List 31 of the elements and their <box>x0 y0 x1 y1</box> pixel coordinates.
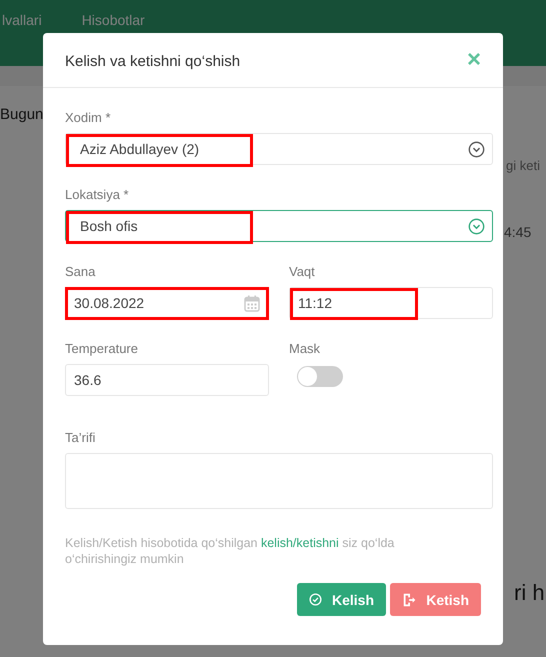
chevron-down-icon <box>468 141 485 158</box>
field-label: Mask <box>289 341 322 358</box>
field-label: Ta’rifi <box>65 430 96 447</box>
nav-item[interactable]: lvallari <box>2 12 42 28</box>
check-circle-icon <box>309 592 322 607</box>
background-text: ri h <box>514 580 545 606</box>
background-text: gi keti <box>506 158 540 173</box>
calendar-icon <box>244 295 260 312</box>
toggle-switch[interactable] <box>297 366 343 387</box>
select-field[interactable]: Bosh ofis <box>65 210 493 242</box>
help-link[interactable]: kelish/ketishni <box>260 536 339 550</box>
arrive-button[interactable]: Kelish <box>297 583 386 616</box>
temperature-field[interactable]: 36.6 <box>65 364 269 396</box>
background-text: Bugun <box>0 106 44 123</box>
select-field[interactable]: Aziz Abdullayev (2) <box>65 133 493 165</box>
time-field[interactable]: 11:12 <box>289 287 493 319</box>
field-label: Xodim * <box>65 110 112 127</box>
nav-item[interactable]: Hisobotlar <box>82 12 145 28</box>
help-text: Kelish/Ketish hisobotida qo‘shilgan kelish/ketishni siz qo‘lda o‘chirishingiz mumkin <box>65 535 396 567</box>
field-label: Lokatsiya * <box>65 187 130 204</box>
field-label: Vaqt <box>289 264 316 281</box>
date-field[interactable]: 30.08.2022 <box>65 287 269 319</box>
dialog-title: Kelish va ketishni qo‘shish <box>65 52 240 70</box>
description-field[interactable] <box>65 453 493 509</box>
field-label: Sana <box>65 264 96 281</box>
leave-button[interactable]: Ketish <box>390 583 481 616</box>
exit-door-icon <box>402 592 416 608</box>
field-label: Temperature <box>65 341 139 358</box>
close-button[interactable]: × <box>466 48 481 72</box>
chevron-down-icon <box>468 218 485 235</box>
background-text: 4:45 <box>504 224 532 240</box>
